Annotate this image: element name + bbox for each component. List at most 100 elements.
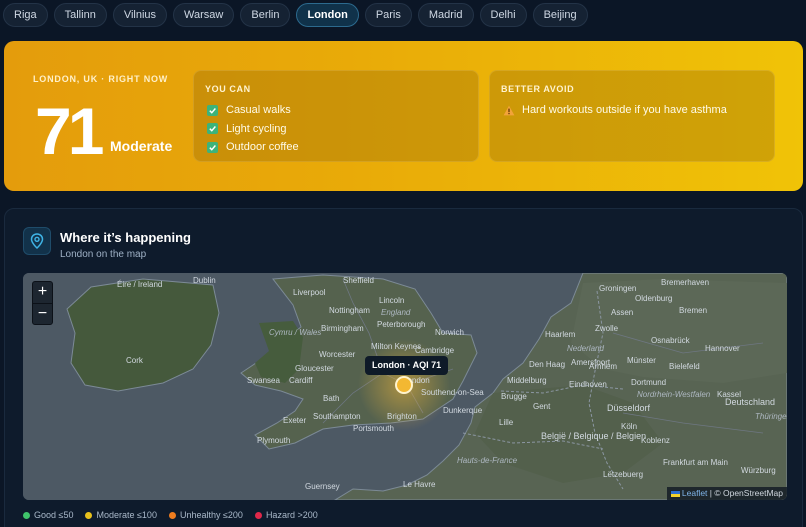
map-label: Deutschland [725, 397, 775, 407]
checkmark-icon [207, 123, 218, 135]
map-label: Liverpool [293, 288, 326, 297]
you-can-title: YOU CAN [205, 84, 251, 94]
map-label: België / Belgique / Belgien [541, 431, 646, 441]
good-dot-icon [23, 511, 30, 519]
tab-riga[interactable]: Riga [3, 3, 48, 27]
map-label: Lille [499, 418, 514, 427]
checkmark-icon [207, 104, 218, 116]
map-tiles: Éire / Ireland Dublin Cork Sheffield Liv… [23, 273, 787, 500]
map-label: Brugge [501, 392, 527, 401]
map-label: Lincoln [379, 296, 404, 305]
avoid-label: Hard workouts outside if you have asthma [522, 104, 727, 117]
tab-paris[interactable]: Paris [364, 3, 412, 27]
hazard-dot-icon [254, 511, 262, 519]
legend-item: Unhealthy ≤200 [168, 510, 243, 520]
map-label: Bath [323, 394, 339, 403]
map-label: Portsmouth [353, 424, 394, 433]
map-label: Southend-on-Sea [421, 388, 484, 397]
unhealthy-dot-icon [168, 511, 176, 519]
map-label: Thüringen [755, 412, 787, 421]
leaflet-link[interactable]: Leaflet [682, 488, 708, 498]
map-card: Where it’s happening London on the map É… [4, 208, 803, 527]
map-label: Eindhoven [569, 380, 607, 389]
warning-icon [503, 105, 515, 116]
map-label: Nederland [567, 344, 604, 353]
map-label: Frankfurt am Main [663, 458, 728, 467]
city-tabs: Riga Tallinn Vilnius Warsaw Berlin Londo… [3, 3, 588, 27]
better-avoid-title: BETTER AVOID [501, 84, 575, 94]
map-label: Hannover [705, 344, 740, 353]
tab-london[interactable]: London [296, 3, 359, 27]
map-label: Middelburg [507, 376, 547, 385]
aqi-value: 71 [35, 94, 104, 168]
map-label: Hauts-de-France [457, 456, 518, 465]
zoom-in-button[interactable]: + [33, 282, 52, 303]
map-label: Dortmund [631, 378, 666, 387]
you-can-panel: YOU CAN Casual walks Light cycling Outdo… [193, 70, 479, 162]
zoom-out-button[interactable]: − [33, 303, 52, 324]
map-label: Norwich [435, 328, 464, 337]
map-label: Le Havre [403, 480, 436, 489]
activity-label: Casual walks [226, 104, 291, 117]
map-label: Groningen [599, 284, 636, 293]
map-label: Plymouth [257, 436, 290, 445]
map-label: Nordrhein-Westfalen [637, 390, 711, 399]
tab-tallinn[interactable]: Tallinn [53, 3, 107, 27]
tab-beijing[interactable]: Beijing [532, 3, 588, 27]
list-item: Casual walks [207, 101, 299, 120]
map-label: Sheffield [343, 276, 374, 285]
map-label: Köln [621, 422, 637, 431]
map-label: Cambridge [415, 346, 455, 355]
map-label: Birmingham [321, 324, 364, 333]
map-label: Nottingham [329, 306, 370, 315]
activity-label: Light cycling [226, 122, 287, 135]
map-label: Peterborough [377, 320, 425, 329]
map-label: Gent [533, 402, 551, 411]
legend-label: Moderate ≤100 [96, 510, 157, 520]
tab-madrid[interactable]: Madrid [417, 3, 474, 27]
map-pin-icon [23, 227, 51, 255]
map-section-subtitle: London on the map [60, 249, 147, 260]
legend-item: Moderate ≤100 [85, 510, 157, 520]
location-kicker: LONDON, UK · RIGHT NOW [33, 74, 169, 84]
map-label: Assen [611, 308, 633, 317]
aqi-level-label: Moderate [110, 138, 173, 154]
avoid-list: Hard workouts outside if you have asthma [503, 101, 727, 120]
ukraine-flag-icon [670, 490, 680, 497]
map-label: Haarlem [545, 330, 576, 339]
tab-warsaw[interactable]: Warsaw [173, 3, 235, 27]
tab-delhi[interactable]: Delhi [479, 3, 527, 27]
map-label: Swansea [247, 376, 280, 385]
map-label: Osnabrück [651, 336, 691, 345]
map-label: Würzburg [741, 466, 776, 475]
legend-item: Hazard >200 [254, 510, 318, 520]
aqi-marker[interactable] [395, 376, 413, 394]
list-item: Outdoor coffee [207, 138, 299, 157]
map-view[interactable]: Éire / Ireland Dublin Cork Sheffield Liv… [23, 273, 787, 500]
map-label: Cork [126, 356, 144, 365]
legend-label: Good ≤50 [34, 510, 74, 520]
map-label: Exeter [283, 416, 306, 425]
aqi-hero-card: LONDON, UK · RIGHT NOW 71 Moderate YOU C… [4, 41, 803, 191]
list-item: Hard workouts outside if you have asthma [503, 101, 727, 120]
osm-attribution: | © OpenStreetMap [709, 488, 783, 498]
checkmark-icon [207, 141, 218, 153]
map-label: Münster [627, 356, 656, 365]
map-label: Koblenz [641, 436, 670, 445]
you-can-list: Casual walks Light cycling Outdoor coffe… [207, 101, 299, 157]
map-label: Southampton [313, 412, 361, 421]
map-label: Bremen [679, 306, 707, 315]
tab-vilnius[interactable]: Vilnius [112, 3, 168, 27]
map-label: Brighton [387, 412, 417, 421]
map-label: Bielefeld [669, 362, 700, 371]
map-label: Lëtzebuerg [603, 470, 643, 479]
map-label: Guernsey [305, 482, 340, 491]
map-label: Den Haag [529, 360, 565, 369]
legend-item: Good ≤50 [23, 510, 73, 520]
zoom-control: + − [32, 281, 53, 325]
activity-label: Outdoor coffee [226, 141, 299, 154]
aqi-legend: Good ≤50 Moderate ≤100 Unhealthy ≤200 Ha… [23, 510, 318, 520]
tab-berlin[interactable]: Berlin [240, 3, 291, 27]
map-label: Bremerhaven [661, 278, 709, 287]
map-section-title: Where it’s happening [60, 230, 191, 245]
